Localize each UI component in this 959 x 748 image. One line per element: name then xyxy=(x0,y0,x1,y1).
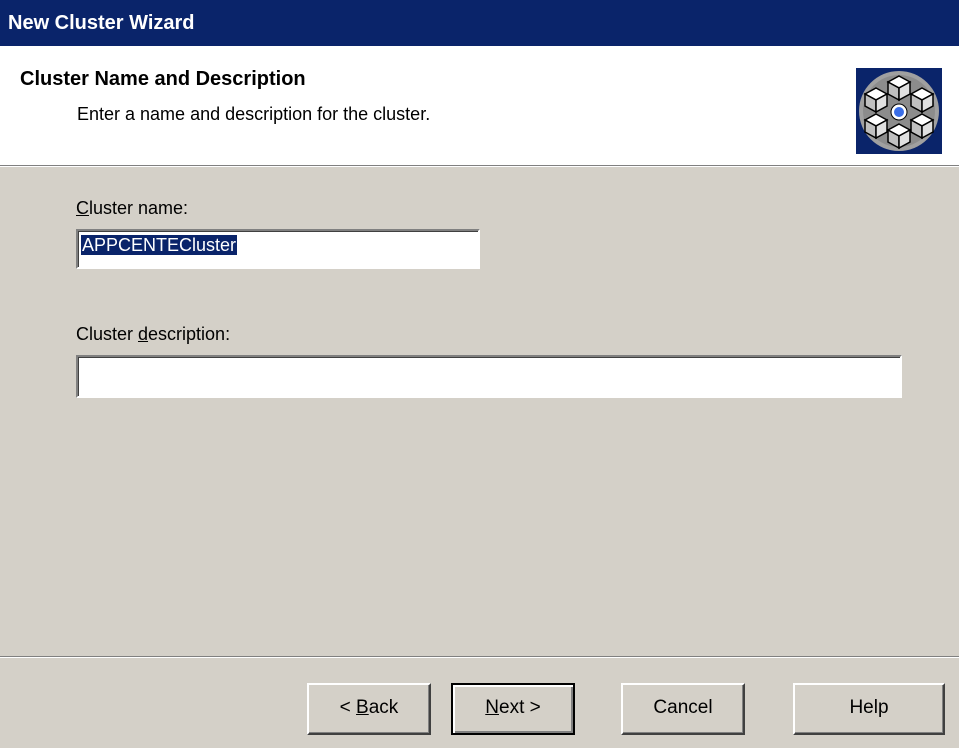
page-subtitle: Enter a name and description for the clu… xyxy=(77,104,431,124)
wizard-header: Cluster Name and Description Enter a nam… xyxy=(0,46,959,166)
back-button[interactable]: < Back xyxy=(307,683,431,735)
title-bar[interactable]: New Cluster Wizard xyxy=(0,0,959,46)
cluster-description-label: Cluster description: xyxy=(76,324,231,344)
cluster-cubes-icon xyxy=(856,68,942,154)
cluster-name-label: Cluster name: xyxy=(76,198,189,218)
cluster-name-value: APPCENTECluster xyxy=(81,235,238,255)
page-title: Cluster Name and Description xyxy=(20,68,306,90)
help-button[interactable]: Help xyxy=(793,683,945,735)
window-title: New Cluster Wizard xyxy=(8,12,195,34)
cancel-button[interactable]: Cancel xyxy=(621,683,745,735)
cluster-name-field[interactable]: APPCENTECluster xyxy=(76,229,480,269)
next-button[interactable]: Next > xyxy=(451,683,575,735)
footer-divider-highlight xyxy=(0,657,959,658)
wizard-content: Cluster name: APPCENTECluster Cluster de… xyxy=(0,167,959,655)
cluster-description-field[interactable] xyxy=(76,355,902,398)
new-cluster-wizard-window: New Cluster Wizard Cluster Name and Desc… xyxy=(0,0,959,748)
